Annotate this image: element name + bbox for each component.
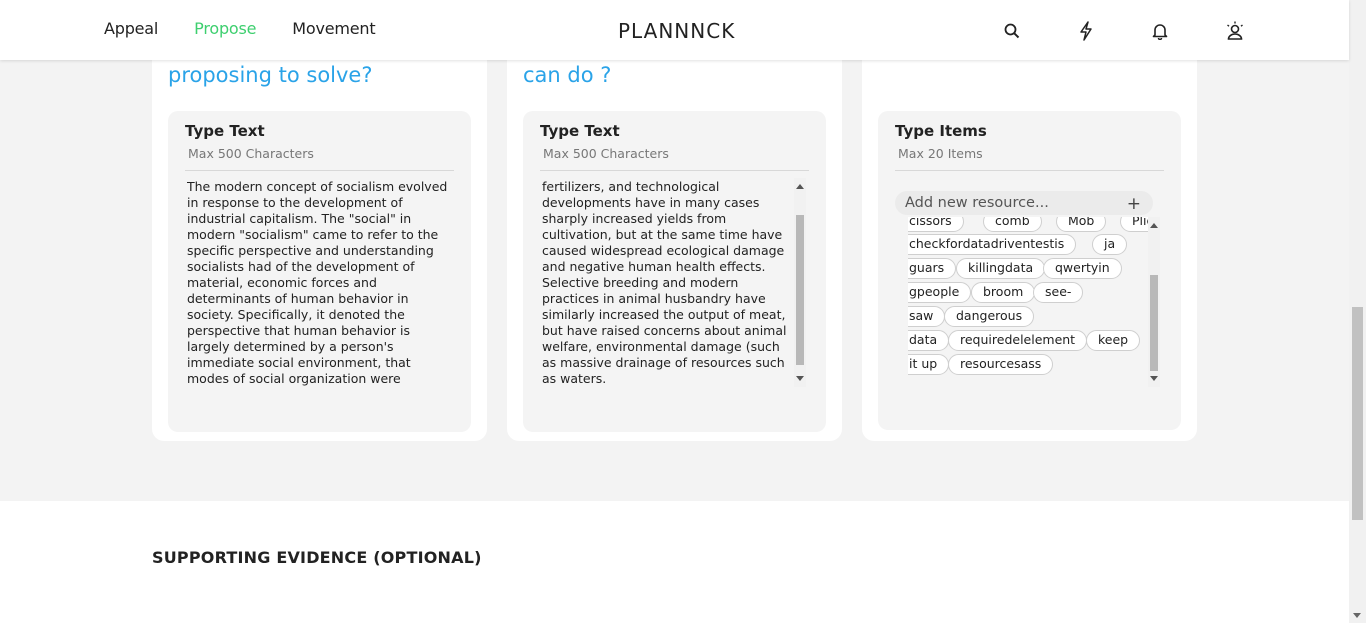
lightning-icon[interactable]	[1075, 20, 1097, 42]
tag-item[interactable]: it up	[908, 354, 950, 375]
top-navbar: Appeal Propose Movement PLANNNCK	[0, 0, 1349, 60]
nav-item-appeal[interactable]: Appeal	[104, 19, 158, 38]
text-area[interactable]: The modern concept of socialism evolved …	[187, 179, 457, 391]
tag-item[interactable]: guars	[908, 258, 957, 279]
scroll-thumb[interactable]	[796, 215, 804, 365]
items-panel: Type Items Max 20 Items Add new resource…	[878, 111, 1181, 430]
tag-item[interactable]: gpeople	[908, 282, 972, 303]
solution-card: can do ? Type Text Max 500 Characters fe…	[507, 40, 842, 441]
tags-scrollbar[interactable]	[1148, 217, 1160, 387]
text-input-panel: Type Text Max 500 Characters fertilizers…	[523, 111, 826, 432]
tag-item[interactable]: qwertyin	[1043, 258, 1122, 279]
divider	[895, 170, 1164, 171]
scroll-down-icon[interactable]	[796, 376, 804, 381]
tag-item[interactable]: killingdata	[956, 258, 1046, 279]
bell-icon[interactable]	[1149, 20, 1171, 42]
tag-item[interactable]: saw	[908, 306, 946, 327]
panel-limit: Max 20 Items	[898, 146, 983, 161]
nav-item-propose[interactable]: Propose	[194, 19, 256, 38]
panel-limit: Max 500 Characters	[188, 146, 314, 161]
text-area[interactable]: fertilizers, and technological developme…	[542, 179, 794, 387]
profile-icon[interactable]	[1224, 20, 1246, 42]
resources-card: Type Items Max 20 Items Add new resource…	[862, 40, 1197, 441]
textarea-scrollbar[interactable]	[794, 178, 806, 387]
scroll-up-icon[interactable]	[796, 184, 804, 189]
main-nav: Appeal Propose Movement	[104, 19, 376, 38]
scroll-down-icon[interactable]	[1353, 613, 1361, 618]
tag-item[interactable]: keep	[1086, 330, 1141, 351]
tag-list: cissors comb Mob Plier checkfordatadrive…	[908, 217, 1148, 377]
tag-item[interactable]: dangerous	[944, 306, 1035, 327]
search-icon[interactable]	[1001, 20, 1023, 42]
page-scrollbar[interactable]	[1349, 0, 1366, 623]
tag-item[interactable]: comb	[983, 217, 1042, 232]
tag-item[interactable]: requiredelelement	[948, 330, 1088, 351]
panel-title: Type Text	[185, 122, 265, 140]
panel-title: Type Text	[540, 122, 620, 140]
tag-item[interactable]: broom	[971, 282, 1036, 303]
question-heading: proposing to solve?	[168, 63, 373, 87]
tag-item[interactable]: Mob	[1056, 217, 1107, 232]
text-input-panel: Type Text Max 500 Characters The modern …	[168, 111, 471, 432]
panel-title: Type Items	[895, 122, 987, 140]
tag-item[interactable]: resourcesass	[948, 354, 1054, 375]
add-resource-input[interactable]: Add new resource... +	[895, 191, 1153, 215]
brand-logo[interactable]: PLANNNCK	[618, 19, 735, 43]
add-resource-placeholder: Add new resource...	[905, 195, 1049, 211]
panel-limit: Max 500 Characters	[543, 146, 669, 161]
scroll-thumb[interactable]	[1150, 275, 1158, 371]
page-scroll-thumb[interactable]	[1352, 307, 1363, 520]
tag-item[interactable]: data	[908, 330, 950, 351]
tag-item[interactable]: see-	[1033, 282, 1084, 303]
scroll-up-icon[interactable]	[1150, 223, 1158, 228]
scroll-down-icon[interactable]	[1150, 376, 1158, 381]
tag-item[interactable]: checkfordatadriventestis	[908, 234, 1077, 255]
tag-item[interactable]: ja	[1092, 234, 1128, 255]
problem-card: proposing to solve? Type Text Max 500 Ch…	[152, 40, 487, 441]
question-heading: can do ?	[523, 63, 612, 87]
divider	[540, 170, 809, 171]
nav-item-movement[interactable]: Movement	[292, 19, 375, 38]
plus-icon[interactable]: +	[1127, 192, 1141, 216]
divider	[185, 170, 454, 171]
tag-item[interactable]: Plier	[1120, 217, 1148, 232]
section-title: SUPPORTING EVIDENCE (OPTIONAL)	[152, 548, 482, 567]
tag-item[interactable]: cissors	[908, 217, 964, 232]
